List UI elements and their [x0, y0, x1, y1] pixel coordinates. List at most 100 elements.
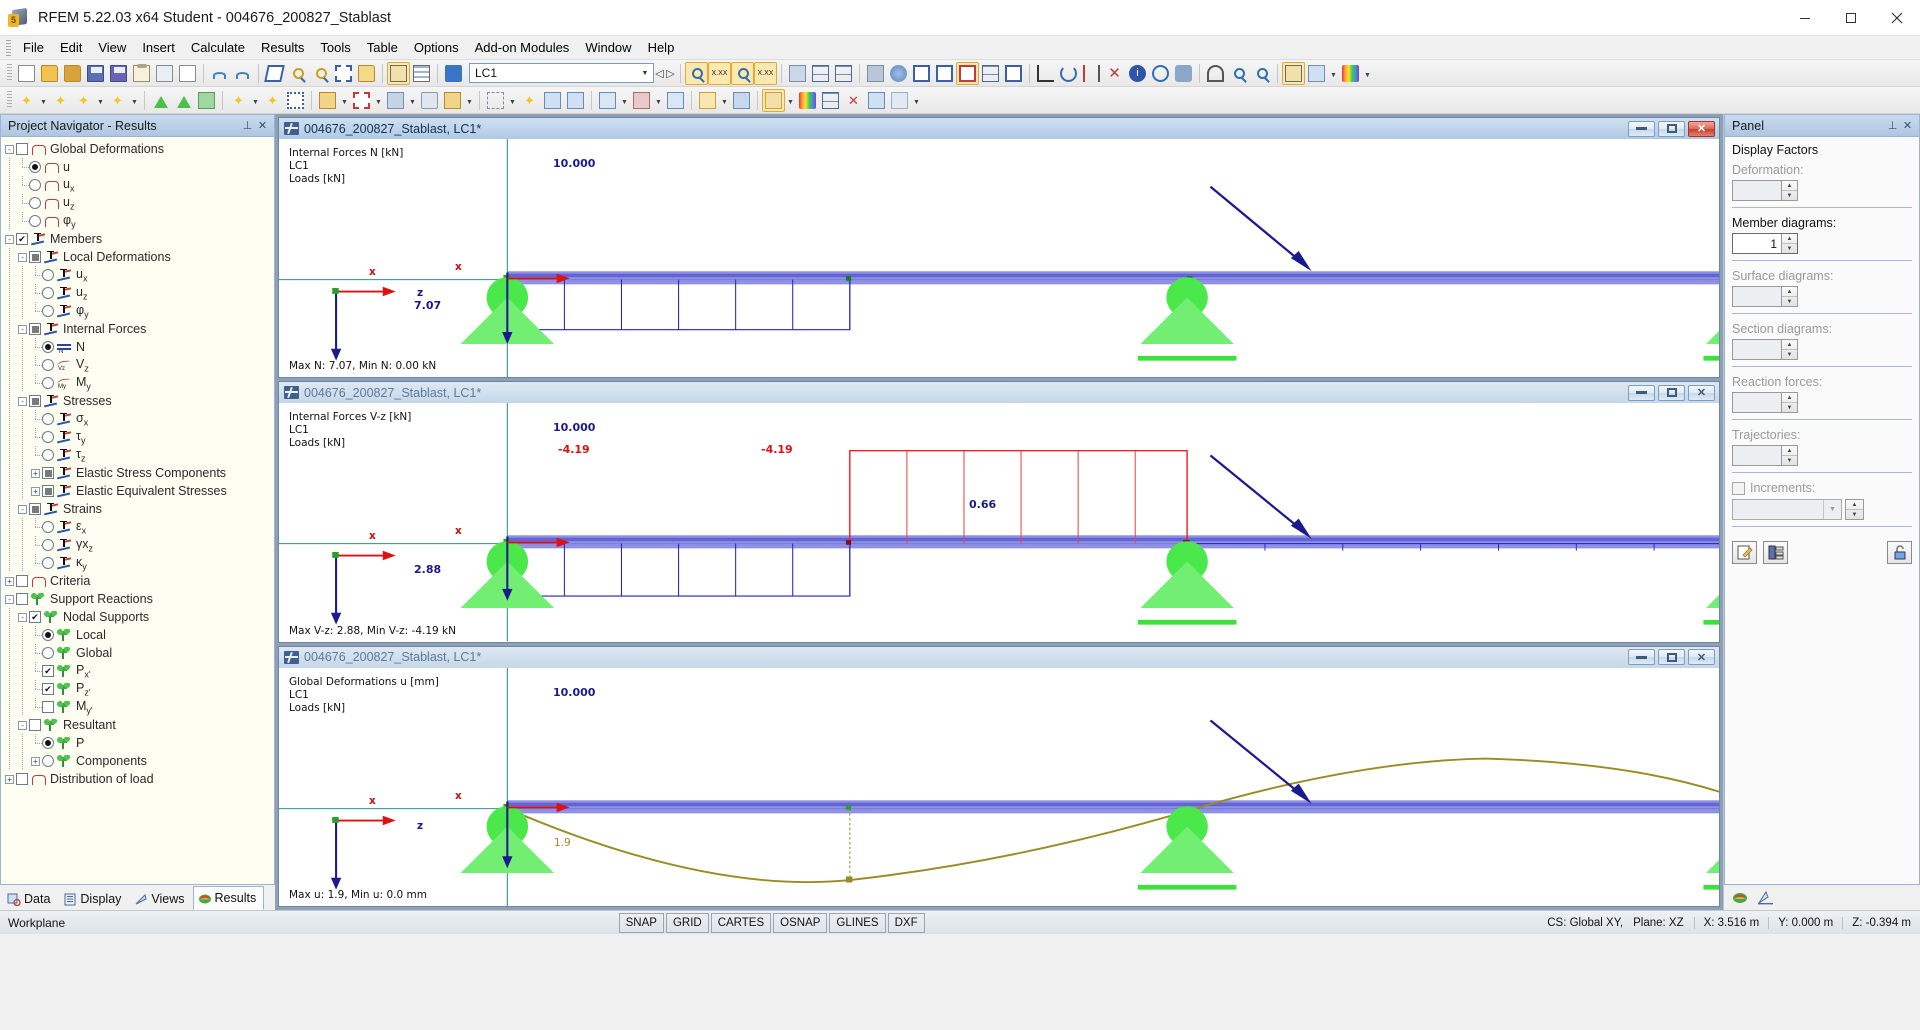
stepper-down-icon[interactable]: ▼ — [1782, 297, 1797, 306]
close-button[interactable] — [1874, 0, 1920, 36]
extrude-icon[interactable] — [384, 89, 407, 112]
view-icon[interactable] — [1204, 62, 1227, 85]
menu-view[interactable]: View — [90, 38, 134, 57]
results-icon[interactable] — [762, 88, 785, 112]
tree-radio[interactable] — [42, 359, 54, 371]
measure-icon[interactable] — [1034, 62, 1057, 85]
tree-expander[interactable]: - — [16, 608, 29, 626]
navigator-tab-results[interactable]: Results — [192, 886, 265, 910]
section-icon[interactable] — [933, 62, 956, 85]
panel-colors-icon[interactable] — [1732, 890, 1749, 905]
increments-stepper[interactable]: ▲ ▼ — [1845, 499, 1864, 520]
imperfection-icon[interactable] — [664, 89, 687, 112]
tree-item-ux[interactable]: ux — [1, 176, 274, 194]
pin-icon[interactable]: ⊥ — [1885, 119, 1900, 132]
tree-item-n[interactable]: NN — [1, 338, 274, 356]
tree-expander[interactable]: + — [29, 752, 42, 770]
tree-item-components[interactable]: + Components — [1, 752, 274, 770]
surface-load-icon[interactable] — [596, 89, 619, 112]
save-icon[interactable] — [107, 62, 130, 85]
viewport-window-vz[interactable]: 004676_200827_Stablast, LC1* ✕ Internal … — [278, 381, 1720, 643]
report-icon[interactable] — [130, 62, 153, 85]
menu-help[interactable]: Help — [640, 38, 683, 57]
minimize-button[interactable] — [1782, 0, 1828, 36]
tree-item-elastic-stress-components[interactable]: + Elastic Stress Components — [1, 464, 274, 482]
tree-item-p[interactable]: P — [1, 734, 274, 752]
status-toggle-osnap[interactable]: OSNAP — [773, 912, 828, 933]
tree-radio[interactable] — [42, 521, 54, 533]
tree-item-stresses[interactable]: - Stresses — [1, 392, 274, 410]
support-icon[interactable] — [149, 89, 172, 112]
tree-checkbox[interactable] — [16, 143, 28, 155]
tree-radio[interactable] — [42, 647, 54, 659]
chevron-down-icon[interactable]: ▼ — [719, 89, 730, 112]
viewport-close-button[interactable]: ✕ — [1688, 120, 1715, 137]
tree-item-vz[interactable]: Vz Vz — [1, 356, 274, 374]
menu-file[interactable]: File — [15, 38, 52, 57]
viewport-close-button[interactable]: ✕ — [1688, 384, 1715, 401]
combination-icon[interactable] — [696, 89, 719, 112]
next-lc-icon[interactable]: ▷ — [665, 62, 676, 85]
chevron-down-icon[interactable]: ▼ — [1362, 62, 1373, 85]
chevron-down-icon[interactable]: ▼ — [339, 89, 350, 112]
menu-edit[interactable]: Edit — [52, 38, 90, 57]
menu-results[interactable]: Results — [253, 38, 312, 57]
panel-factors-icon[interactable] — [1757, 890, 1774, 905]
member-hinge-icon[interactable]: ✦ — [261, 89, 284, 112]
redo-icon[interactable] — [231, 62, 254, 85]
stepper-up-icon[interactable]: ▲ — [1782, 287, 1797, 297]
tree-expander[interactable]: - — [16, 248, 29, 266]
nodes-on-icon[interactable] — [809, 62, 832, 85]
mirror-icon[interactable] — [1080, 62, 1103, 85]
viewport-window-n[interactable]: 004676_200827_Stablast, LC1* ✕ Internal … — [278, 117, 1720, 379]
tree-item-support-reactions[interactable]: - Support Reactions — [1, 590, 274, 608]
chevron-down-icon[interactable]: ▼ — [911, 89, 922, 112]
open-folder-icon[interactable] — [38, 62, 61, 85]
menu-window[interactable]: Window — [577, 38, 639, 57]
tree-radio[interactable] — [29, 179, 41, 191]
viewport-minimize-button[interactable] — [1628, 120, 1655, 137]
tree-item-criteria[interactable]: + Criteria — [1, 572, 274, 590]
more-icon[interactable] — [888, 89, 911, 112]
viewport-window-u[interactable]: 004676_200827_Stablast, LC1* ✕ Global De… — [278, 645, 1720, 907]
tree-radio[interactable] — [42, 269, 54, 281]
tree-item-y[interactable]: κy — [1, 554, 274, 572]
lock-panel-icon[interactable] — [1887, 541, 1912, 564]
tree-radio[interactable] — [42, 413, 54, 425]
tree-item-local[interactable]: Local — [1, 626, 274, 644]
menu-addon-modules[interactable]: Add-on Modules — [467, 38, 578, 57]
tree-expander[interactable]: - — [16, 392, 29, 410]
tree-item-pz[interactable]: ✔ Pz' — [1, 680, 274, 698]
tree-radio[interactable] — [42, 287, 54, 299]
tree-checkbox[interactable] — [29, 503, 41, 515]
chevron-down-icon[interactable]: ▼ — [619, 89, 630, 112]
tree-expander[interactable]: - — [16, 500, 29, 518]
tree-radio[interactable] — [42, 341, 54, 353]
tree-item-y[interactable]: φy — [1, 302, 274, 320]
tree-checkbox[interactable] — [16, 593, 28, 605]
tree-expander[interactable]: + — [29, 482, 42, 500]
tree-checkbox[interactable] — [16, 773, 28, 785]
chevron-down-icon[interactable]: ▼ — [373, 89, 384, 112]
menu-tools[interactable]: Tools — [312, 38, 358, 57]
chevron-down-icon[interactable]: ▼ — [129, 89, 140, 112]
tree-radio[interactable] — [42, 755, 54, 767]
result-beam-icon[interactable] — [484, 89, 507, 112]
tree-item-distribution-of-load[interactable]: + Distribution of load — [1, 770, 274, 788]
dim-line-icon[interactable]: ✦ — [72, 89, 95, 112]
navigator-tab-views[interactable]: Views — [129, 888, 192, 910]
line-load-icon[interactable] — [564, 89, 587, 112]
tree-item-uz[interactable]: uz — [1, 284, 274, 302]
rotate-icon[interactable] — [1057, 62, 1080, 85]
reaction-forces-factor-stepper[interactable]: ▲ ▼ — [1732, 392, 1798, 413]
member-diagrams-factor-stepper[interactable]: 1 ▲ ▼ — [1732, 233, 1798, 254]
status-toggle-grid[interactable]: GRID — [665, 912, 709, 933]
viewport-titlebar[interactable]: 004676_200827_Stablast, LC1* ✕ — [279, 382, 1719, 404]
tree-checkbox[interactable]: ✔ — [16, 233, 28, 245]
free-load-icon[interactable] — [630, 89, 653, 112]
copy-icon[interactable] — [355, 62, 378, 85]
print-preview-icon[interactable] — [176, 62, 199, 85]
tree-expander[interactable]: + — [3, 770, 16, 788]
viewport-close-button[interactable]: ✕ — [1688, 649, 1715, 666]
colors-icon[interactable] — [796, 89, 819, 112]
